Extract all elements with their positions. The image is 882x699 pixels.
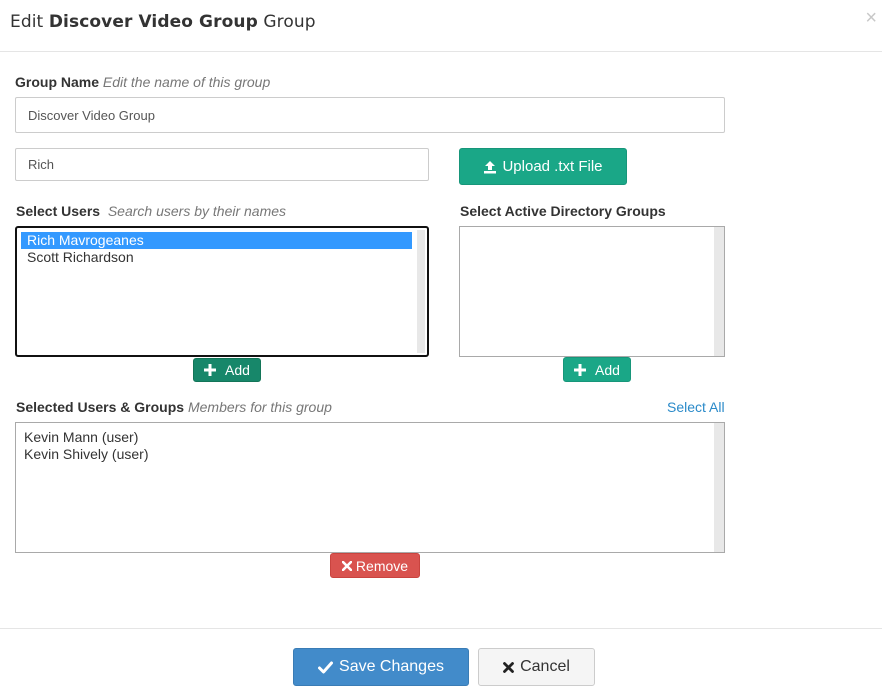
- group-name-label: Group Name Edit the name of this group: [15, 74, 270, 90]
- add-user-label: Add: [225, 362, 250, 378]
- cancel-label: Cancel: [520, 658, 570, 675]
- upload-txt-button[interactable]: Upload .txt File: [459, 148, 627, 185]
- check-icon: [318, 661, 334, 673]
- group-name-hint: Edit the name of this group: [102, 74, 271, 90]
- group-name-input[interactable]: [15, 97, 725, 133]
- select-users-hint: Search users by their names: [107, 203, 287, 219]
- times-icon: [341, 560, 352, 571]
- selected-members-label: Selected Users & Groups Members for this…: [16, 399, 332, 415]
- title-prefix: Edit: [10, 12, 44, 32]
- save-changes-button[interactable]: Save Changes: [293, 648, 469, 686]
- modal-title: Edit Discover Video Group Group: [10, 12, 316, 32]
- ad-groups-label: Select Active Directory Groups: [460, 203, 666, 219]
- selected-members-label-text: Selected Users & Groups: [16, 399, 185, 415]
- select-users-listbox[interactable]: Rich Mavrogeanes Scott Richardson: [15, 226, 429, 357]
- title-group-name: Discover Video Group: [48, 12, 258, 32]
- close-icon[interactable]: ×: [865, 8, 877, 28]
- remove-button-label: Remove: [355, 557, 409, 574]
- select-all-link[interactable]: Select All: [667, 399, 725, 415]
- plus-icon: [204, 364, 217, 376]
- save-changes-label: Save Changes: [339, 658, 444, 675]
- footer-divider: [0, 628, 882, 629]
- list-item[interactable]: Rich Mavrogeanes: [21, 232, 412, 249]
- scrollbar[interactable]: [714, 423, 724, 552]
- list-item[interactable]: Kevin Mann (user): [18, 429, 724, 446]
- cancel-button[interactable]: Cancel: [478, 648, 595, 686]
- upload-button-label: Upload .txt File: [502, 158, 603, 175]
- plus-icon: [574, 363, 587, 376]
- title-suffix: Group: [263, 12, 316, 32]
- times-icon: [503, 661, 514, 673]
- select-users-label-text: Select Users: [16, 203, 101, 219]
- selected-members-hint: Members for this group: [187, 399, 332, 415]
- ad-groups-label-text: Select Active Directory Groups: [460, 203, 666, 219]
- modal-header: Edit Discover Video Group Group ×: [0, 0, 882, 52]
- group-name-label-text: Group Name: [15, 74, 100, 90]
- remove-button[interactable]: Remove: [330, 553, 420, 578]
- add-ad-group-button[interactable]: Add: [563, 357, 631, 382]
- add-ad-group-label: Add: [595, 361, 620, 378]
- list-item[interactable]: Kevin Shively (user): [18, 446, 724, 463]
- upload-icon: [484, 160, 497, 173]
- scrollbar[interactable]: [714, 227, 724, 356]
- user-search-input[interactable]: [15, 148, 429, 181]
- ad-groups-listbox[interactable]: [459, 226, 725, 357]
- add-user-button[interactable]: Add: [193, 358, 261, 382]
- list-item[interactable]: Scott Richardson: [21, 249, 412, 266]
- scrollbar[interactable]: [417, 230, 425, 353]
- selected-members-listbox[interactable]: Kevin Mann (user) Kevin Shively (user): [15, 422, 725, 553]
- select-users-label: Select Users Search users by their names: [16, 203, 286, 219]
